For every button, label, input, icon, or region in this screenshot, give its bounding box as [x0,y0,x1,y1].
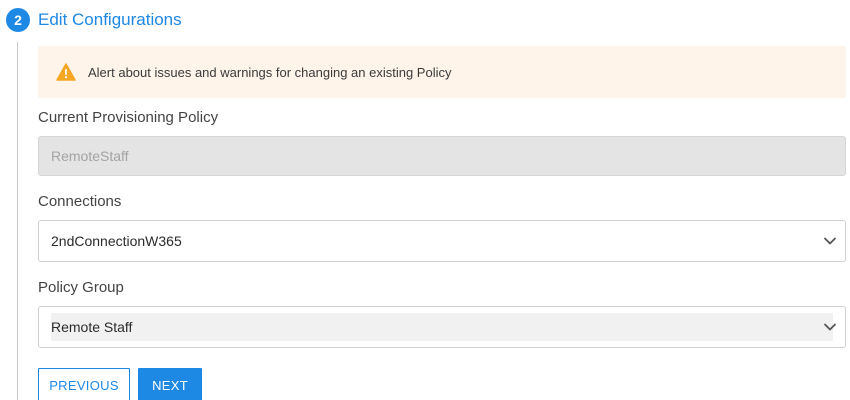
warning-triangle-icon [56,63,76,81]
chevron-down-icon [823,234,837,248]
current-policy-field: RemoteStaff [38,136,846,176]
next-button[interactable]: NEXT [138,368,202,400]
step-connector-line [17,42,18,400]
step-content: Alert about issues and warnings for chan… [38,46,846,400]
step-header: 2 Edit Configurations [6,7,182,33]
edit-configurations-step: 2 Edit Configurations Alert about issues… [0,0,850,400]
connections-label: Connections [38,193,122,210]
alert-message: Alert about issues and warnings for chan… [88,64,452,80]
connections-selected-value: 2ndConnectionW365 [51,233,182,249]
warning-alert: Alert about issues and warnings for chan… [38,46,846,98]
current-policy-value: RemoteStaff [51,148,129,164]
policy-group-select[interactable]: Remote Staff [38,306,846,348]
chevron-down-icon [823,320,837,334]
policy-group-label: Policy Group [38,279,124,296]
policy-group-selected-value: Remote Staff [51,319,133,335]
step-actions: PREVIOUS NEXT [38,368,846,400]
policy-group-highlight: Remote Staff [51,313,833,341]
previous-button[interactable]: PREVIOUS [38,368,130,400]
step-title: Edit Configurations [38,10,182,29]
step-number-badge: 2 [6,8,30,32]
current-policy-label: Current Provisioning Policy [38,109,219,126]
connections-select[interactable]: 2ndConnectionW365 [38,220,846,262]
